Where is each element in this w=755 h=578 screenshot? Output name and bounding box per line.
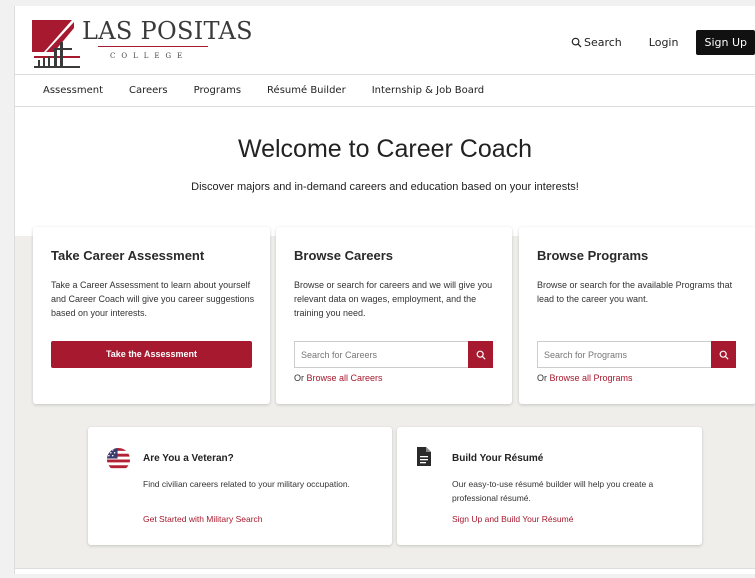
main-nav: Assessment Careers Programs Résumé Build…: [15, 74, 755, 107]
nav-item-assessment[interactable]: Assessment: [43, 85, 103, 96]
browse-careers-line: Or Browse all Careers: [294, 373, 383, 383]
veteran-card: Are You a Veteran? Find civilian careers…: [88, 427, 392, 545]
browse-programs-line: Or Browse all Programs: [537, 373, 633, 383]
browse-all-programs-link[interactable]: Browse all Programs: [550, 373, 633, 383]
resume-card: Build Your Résumé Our easy-to-use résumé…: [397, 427, 702, 545]
header-search-link[interactable]: Search: [571, 36, 622, 49]
resume-card-text: Our easy-to-use résumé builder will help…: [452, 479, 654, 503]
document-icon: [417, 447, 431, 466]
browse-careers-or: Or: [294, 373, 304, 383]
military-search-link[interactable]: Get Started with Military Search: [143, 514, 263, 524]
careers-search-button[interactable]: [468, 341, 493, 368]
us-flag-icon: [106, 447, 131, 472]
assessment-card: Take Career Assessment Take a Career Ass…: [33, 227, 270, 404]
search-icon: [719, 350, 729, 360]
veteran-card-title: Are You a Veteran?: [143, 453, 234, 464]
search-icon: [476, 350, 486, 360]
browse-careers-title: Browse Careers: [294, 248, 393, 263]
build-resume-link[interactable]: Sign Up and Build Your Résumé: [452, 514, 573, 524]
take-assessment-button[interactable]: Take the Assessment: [51, 341, 252, 368]
college-logo[interactable]: LAS POSITAS COLLEGE: [32, 12, 253, 68]
browse-all-careers-link[interactable]: Browse all Careers: [307, 373, 383, 383]
header-search-label: Search: [583, 36, 622, 49]
nav-item-careers[interactable]: Careers: [129, 85, 168, 96]
programs-search-input[interactable]: [537, 341, 711, 368]
careers-search-input[interactable]: [294, 341, 468, 368]
programs-search: [537, 341, 736, 368]
search-icon: [571, 37, 582, 48]
page-footer-edge: [15, 568, 755, 574]
header-actions: Search Login Sign Up: [571, 30, 755, 55]
nav-item-job-board[interactable]: Internship & Job Board: [372, 85, 484, 96]
page-subtitle: Discover majors and in-demand careers an…: [191, 181, 579, 193]
signup-button[interactable]: Sign Up: [696, 30, 755, 55]
site-header: LAS POSITAS COLLEGE Search Login Sign Up: [15, 6, 755, 74]
tower-logo-icon: [32, 20, 80, 68]
logo-divider: [98, 46, 208, 47]
browse-programs-card: Browse Programs Browse or search for the…: [519, 227, 755, 404]
logo-wordmark: LAS POSITAS: [82, 17, 253, 45]
resume-card-title: Build Your Résumé: [452, 453, 544, 464]
page-frame: LAS POSITAS COLLEGE Search Login Sign Up…: [14, 6, 755, 574]
nav-item-resume-builder[interactable]: Résumé Builder: [267, 85, 346, 96]
nav-item-programs[interactable]: Programs: [194, 85, 241, 96]
assessment-card-text: Take a Career Assessment to learn about …: [51, 280, 255, 318]
logo-subtitle: COLLEGE: [110, 52, 189, 60]
veteran-card-text: Find civilian careers related to your mi…: [143, 479, 350, 489]
careers-search: [294, 341, 493, 368]
browse-careers-card: Browse Careers Browse or search for care…: [276, 227, 512, 404]
programs-search-button[interactable]: [711, 341, 736, 368]
browse-programs-text: Browse or search for the available Progr…: [537, 280, 733, 304]
browse-programs-or: Or: [537, 373, 547, 383]
browse-careers-text: Browse or search for careers and we will…: [294, 280, 493, 318]
browse-programs-title: Browse Programs: [537, 248, 649, 263]
page-title: Welcome to Career Coach: [237, 135, 533, 163]
login-link[interactable]: Login: [649, 36, 679, 49]
assessment-card-title: Take Career Assessment: [51, 248, 205, 263]
